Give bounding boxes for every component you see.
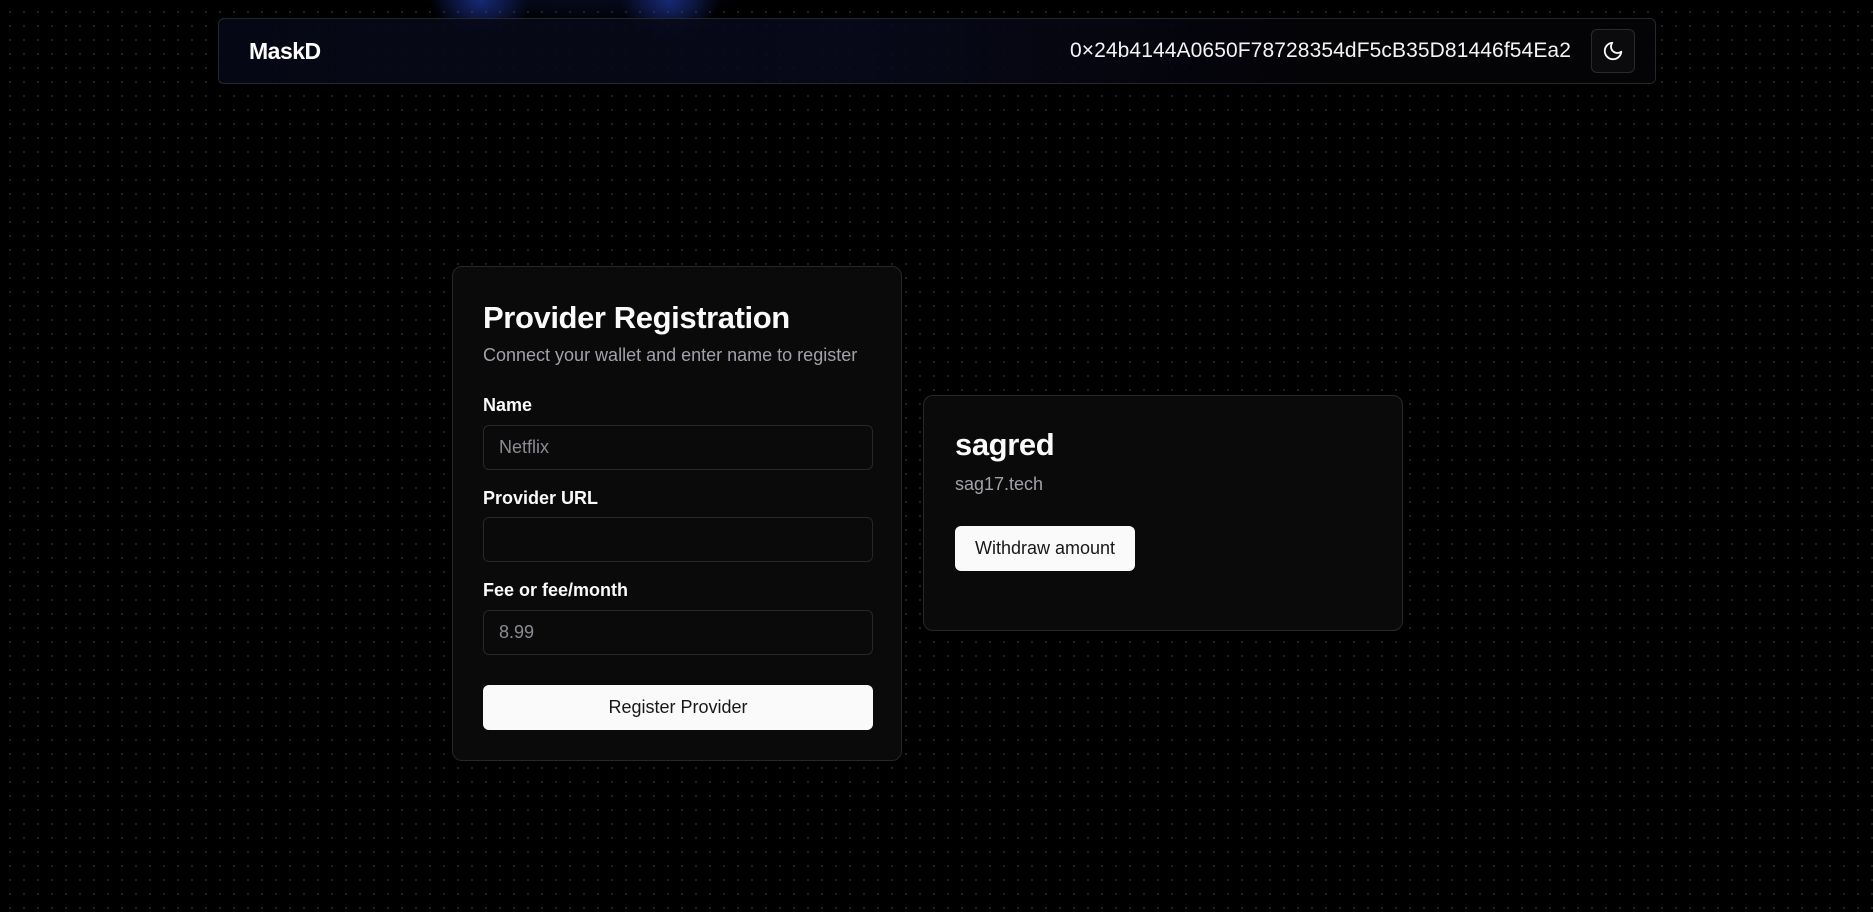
provider-url: sag17.tech [955, 474, 1044, 494]
name-input[interactable] [483, 425, 873, 470]
fee-label: Fee or fee/month [483, 580, 629, 600]
withdraw-amount-button[interactable]: Withdraw amount [955, 526, 1136, 571]
navbar-right: 0×24b4144A0650F78728354dF5cB35D81446f54E… [1070, 29, 1635, 73]
theme-toggle-button[interactable] [1591, 29, 1635, 73]
navbar: MaskD 0×24b4144A0650F78728354dF5cB35D814… [218, 18, 1656, 84]
provider-url-label: Provider URL [483, 488, 599, 508]
register-provider-button[interactable]: Register Provider [483, 685, 873, 730]
provider-card: sagred sag17.tech Withdraw amount [923, 395, 1403, 631]
provider-registration-card: Provider Registration Connect your walle… [452, 266, 902, 761]
wallet-address[interactable]: 0×24b4144A0650F78728354dF5cB35D81446f54E… [1070, 39, 1571, 63]
fee-input[interactable] [483, 610, 873, 655]
brand-logo[interactable]: MaskD [249, 38, 321, 65]
provider-url-input[interactable] [483, 517, 873, 562]
name-label: Name [483, 395, 533, 415]
moon-icon [1603, 41, 1623, 61]
registration-subtitle: Connect your wallet and enter name to re… [483, 345, 858, 365]
provider-name: sagred [955, 427, 1055, 462]
registration-title: Provider Registration [483, 300, 790, 335]
